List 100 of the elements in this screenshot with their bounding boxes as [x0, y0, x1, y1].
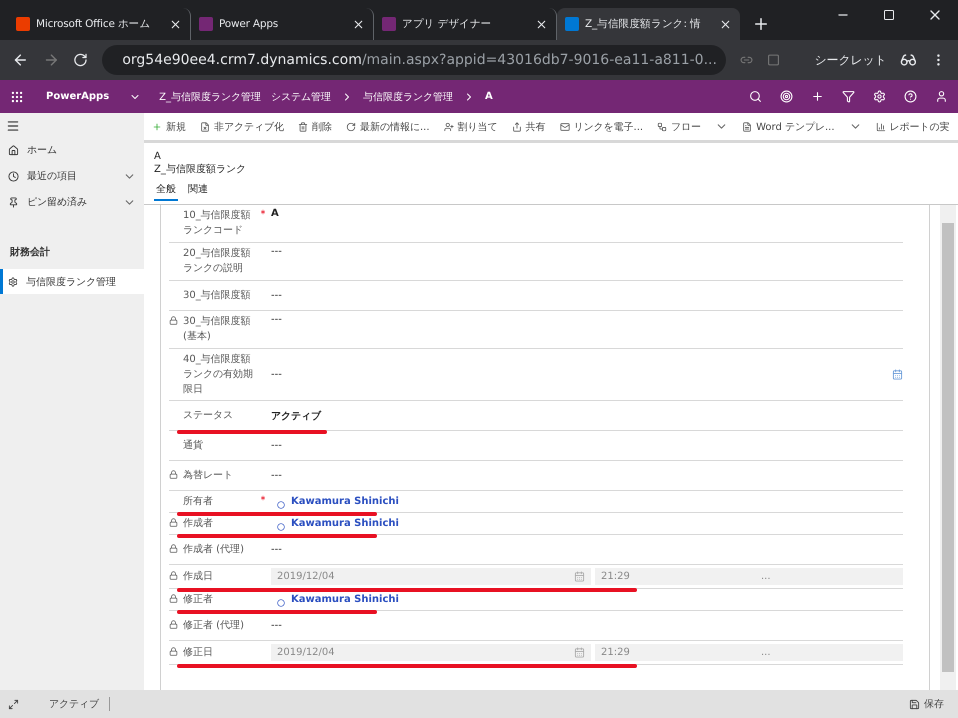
field-label: 10_与信限度額ランクコード [183, 208, 252, 238]
date-value: 2019/12/04 [277, 647, 335, 658]
new-tab-icon[interactable] [752, 15, 770, 33]
save-icon [909, 698, 920, 710]
field-label: 30_与信限度額 [183, 288, 252, 303]
close-icon[interactable] [352, 18, 365, 30]
field-value: --- [271, 620, 282, 631]
field-label: 為替レート [183, 468, 234, 483]
command-button[interactable]: レポートの実 [876, 120, 950, 134]
field-label: 修正日 [183, 646, 214, 660]
field-value: --- [271, 314, 282, 325]
favicon-icon [565, 17, 579, 31]
field-value: --- [271, 369, 282, 380]
nav-item-label: 与信限度ランク管理 [26, 276, 116, 288]
user-plus-icon [444, 122, 454, 132]
help-icon[interactable] [904, 90, 917, 103]
command-button[interactable]: 共有 [512, 120, 546, 134]
app-launcher-icon[interactable] [10, 90, 24, 104]
favicon-icon [382, 17, 396, 31]
scrollbar[interactable] [940, 205, 956, 690]
more-value: ... [761, 647, 771, 658]
refresh-icon [346, 122, 356, 132]
command-button[interactable]: 新規 [152, 120, 186, 134]
app-name[interactable]: Z_与信限度ランク管理 [159, 90, 262, 104]
home-icon [8, 144, 19, 156]
clock-icon [8, 170, 19, 182]
form-tab[interactable]: 関連 [186, 180, 210, 201]
breadcrumb[interactable]: システム管理 [271, 90, 332, 104]
nav-item[interactable]: ピン留め済み [0, 189, 144, 215]
command-button[interactable]: 削除 [298, 120, 332, 134]
command-button[interactable]: リンクを電子... [560, 120, 644, 134]
address-bar[interactable]: org54e90ee4.crm7.dynamics.com/main.aspx?appid=43016db7-9016-ea11-a811-0... [102, 45, 726, 75]
user-circle-icon [277, 598, 285, 606]
expand-icon[interactable] [8, 698, 19, 710]
status-text: アクティブ [31, 697, 110, 711]
reload-icon[interactable] [73, 52, 88, 68]
field-label: 40_与信限度額ランクの有効期限日 [183, 352, 254, 397]
field-label: 修正者 [183, 592, 214, 607]
user-link[interactable]: Kawamura Shinichi [291, 496, 399, 507]
command-button[interactable]: 割り当て [444, 120, 498, 134]
user-link[interactable]: Kawamura Shinichi [291, 594, 399, 605]
time-value: 21:29 [601, 647, 631, 658]
breadcrumb[interactable]: A [485, 91, 493, 102]
field-label: 修正者 (代理) [183, 618, 245, 633]
field-label: 作成者 [183, 516, 214, 531]
mail-icon [560, 122, 570, 132]
nav-item[interactable]: 最近の項目 [0, 163, 144, 189]
nav-item[interactable]: 与信限度ランク管理 [0, 269, 144, 294]
user-circle-icon [277, 522, 285, 530]
field-label: 作成日 [183, 570, 214, 584]
field-value: --- [271, 290, 282, 301]
more-value: ... [761, 571, 771, 582]
field-value: A [271, 208, 279, 219]
field-label: 所有者 [183, 494, 214, 509]
menu-icon[interactable] [6, 119, 20, 133]
date-value: 2019/12/04 [277, 571, 335, 582]
field-label: ステータス [183, 409, 234, 423]
chart-icon [876, 122, 886, 132]
user-link[interactable]: Kawamura Shinichi [291, 518, 399, 529]
plus-icon[interactable] [811, 90, 824, 103]
breadcrumb[interactable]: 与信限度ランク管理 [363, 90, 454, 104]
plus-icon [152, 122, 162, 132]
field-value: アクティブ [271, 410, 321, 422]
field-value: --- [271, 544, 282, 555]
trash-icon [298, 122, 308, 132]
field-value: --- [271, 246, 282, 257]
flow-icon [657, 122, 668, 132]
nav-item[interactable]: ホーム [0, 137, 144, 163]
filter-icon[interactable] [842, 90, 855, 103]
browser-tab[interactable]: Z_与信限度額ランク: 情 [557, 8, 740, 40]
field-label: 通貨 [183, 438, 204, 453]
field-label: 20_与信限度額ランクの説明 [183, 246, 252, 276]
field-label: 作成者 (代理) [183, 542, 245, 557]
close-icon[interactable] [719, 18, 732, 30]
settings-icon[interactable] [873, 90, 886, 103]
command-button[interactable]: Word テンプレ... [742, 120, 835, 134]
pin-icon [8, 196, 19, 208]
command-button[interactable]: フロー [657, 120, 702, 134]
nav-group-title: 財務会計 [8, 246, 51, 260]
close-icon[interactable] [169, 18, 182, 30]
brand-label: PowerApps [46, 91, 110, 102]
save-button[interactable]: 保存 [903, 696, 950, 712]
form-tab[interactable]: 全般 [154, 180, 178, 201]
field-value: --- [271, 440, 282, 451]
profile-label[interactable]: シークレット [814, 52, 886, 68]
gear-icon [8, 276, 18, 286]
share-icon [512, 122, 522, 132]
field-label: 30_与信限度額 (基本) [183, 314, 252, 344]
favicon-icon [16, 17, 30, 31]
user-icon[interactable] [935, 90, 948, 103]
close-icon[interactable] [535, 18, 548, 30]
document-x-icon [200, 122, 210, 132]
calendar-icon[interactable] [892, 369, 903, 380]
command-button[interactable]: 最新の情報に... [346, 120, 430, 134]
record-title: A [154, 151, 162, 162]
command-button[interactable]: 非アクティブ化 [200, 120, 284, 134]
search-icon[interactable] [749, 90, 762, 103]
document-icon [742, 122, 752, 132]
target-icon[interactable] [780, 90, 793, 103]
entity-name: Z_与信限度額ランク [154, 162, 247, 176]
